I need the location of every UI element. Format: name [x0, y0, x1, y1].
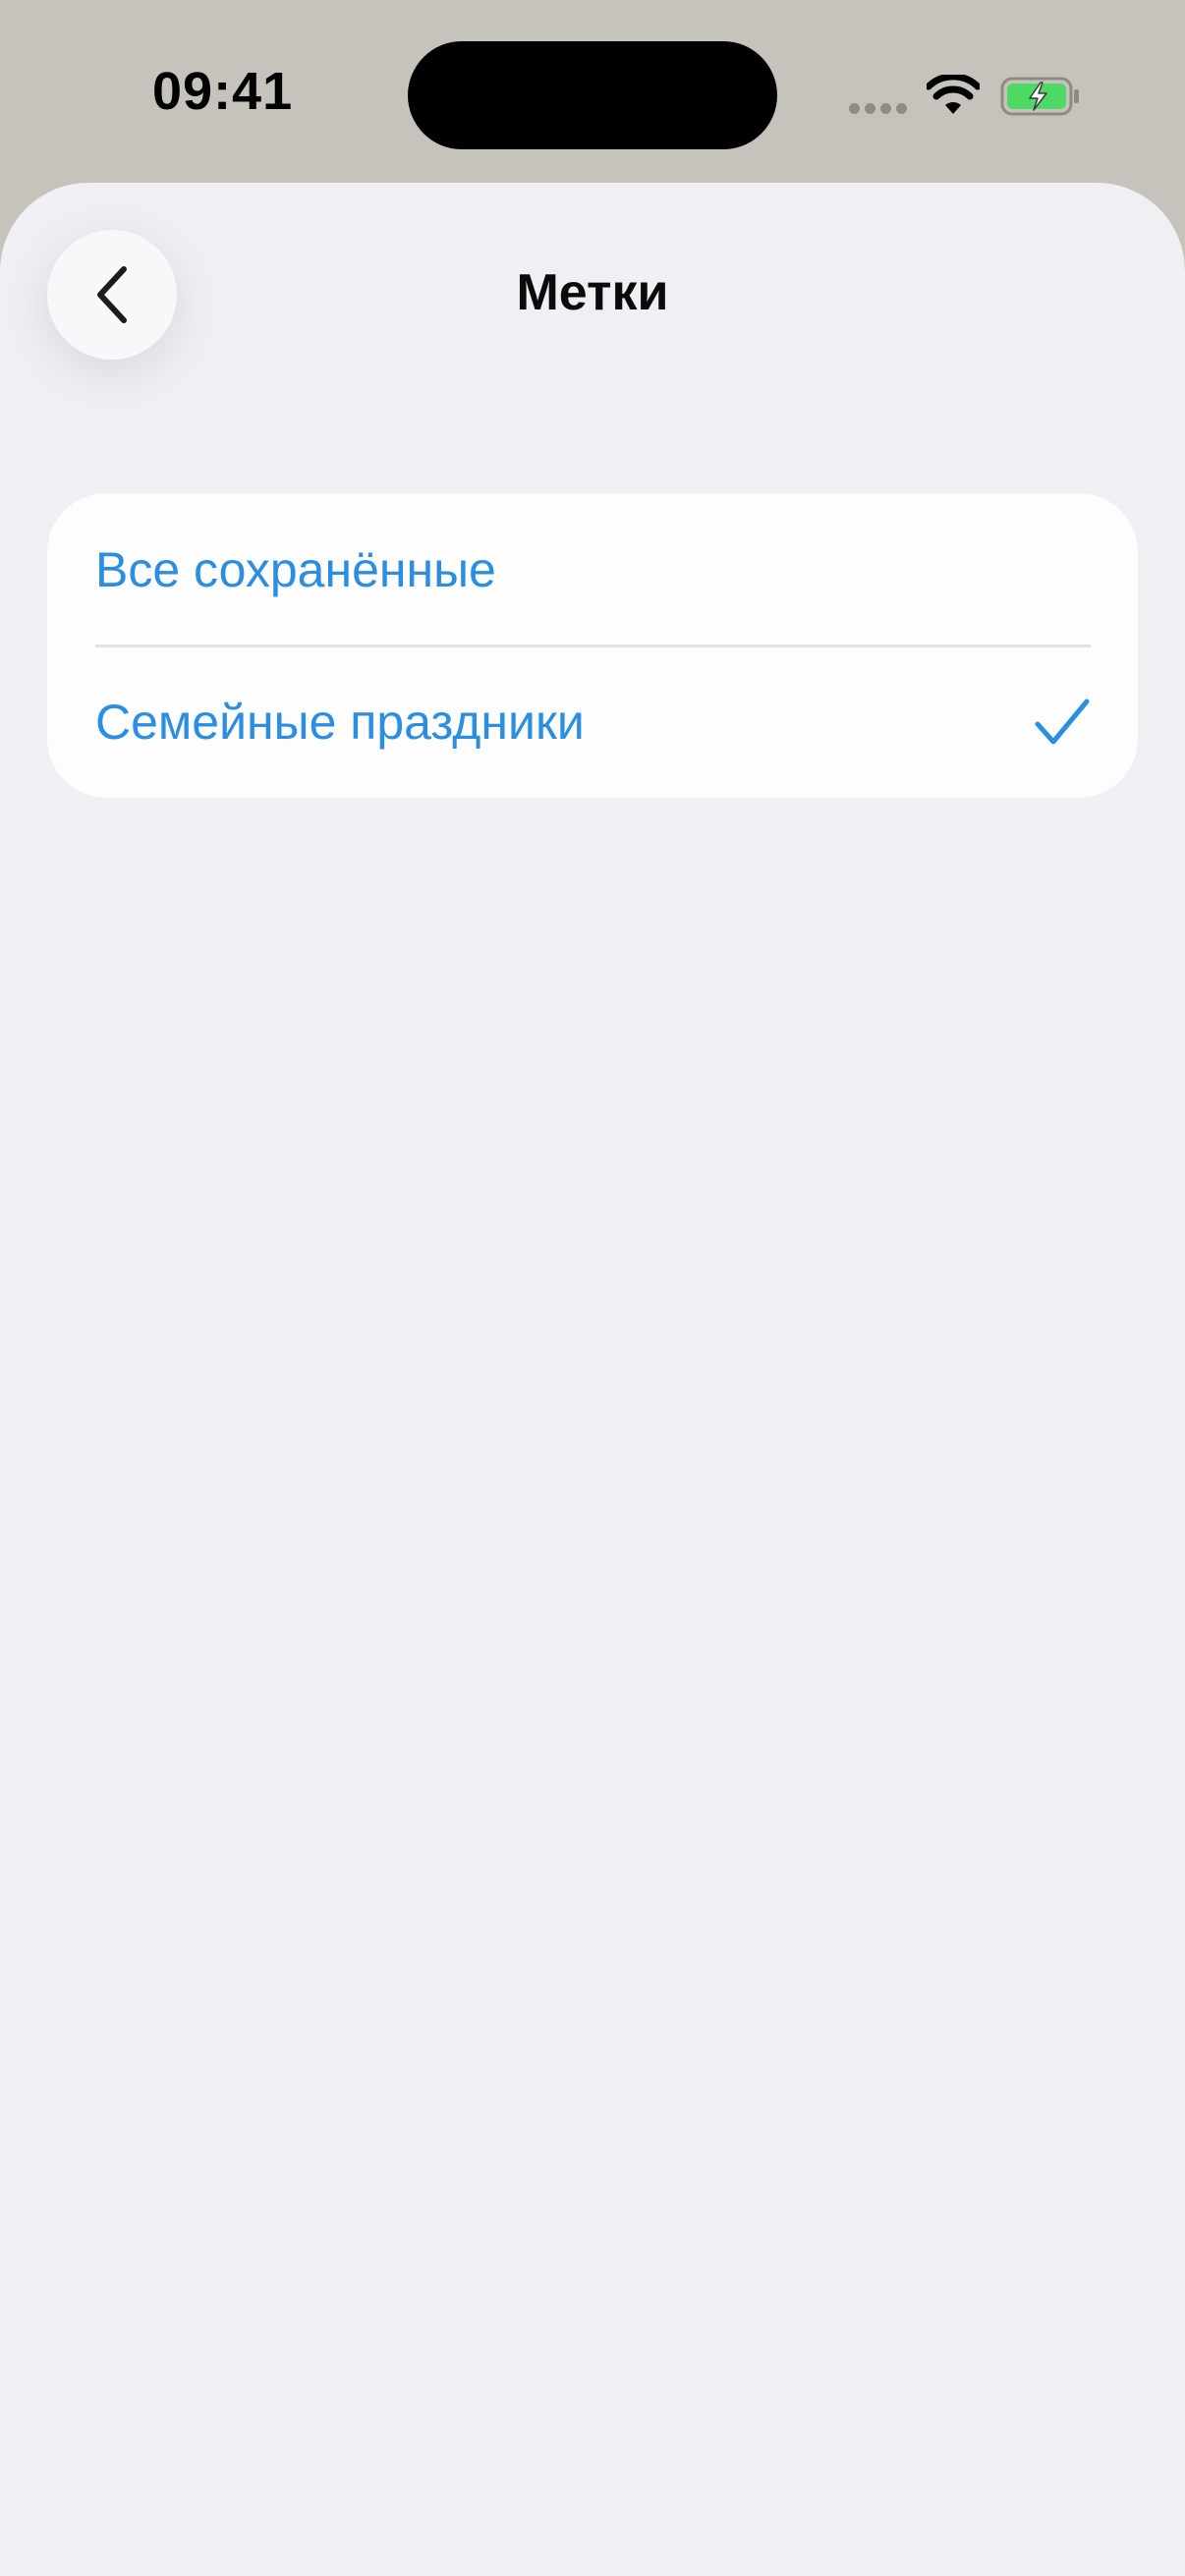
list-item-label: Семейные праздники: [95, 694, 585, 750]
page-title: Метки: [516, 264, 669, 321]
status-time: 09:41: [152, 62, 294, 121]
list-item-all-saved[interactable]: Все сохранённые: [47, 493, 1138, 645]
labels-list: Все сохранённые Семейные праздники: [47, 493, 1138, 798]
wifi-icon: [927, 75, 980, 114]
status-bar: 09:41: [0, 0, 1185, 187]
list-item-family-holidays[interactable]: Семейные праздники: [47, 645, 1138, 798]
labels-sheet: Метки Все сохранённые Семейные праздники: [0, 183, 1185, 2576]
screen: 09:41 Метки Все сохранённые Семейные пра…: [0, 0, 1185, 2576]
signal-dots-icon: [849, 103, 908, 115]
list-item-label: Все сохранённые: [95, 541, 496, 597]
battery-charging-icon: [1000, 77, 1079, 116]
dynamic-island: [408, 41, 777, 149]
checkmark-icon: [1035, 699, 1090, 744]
